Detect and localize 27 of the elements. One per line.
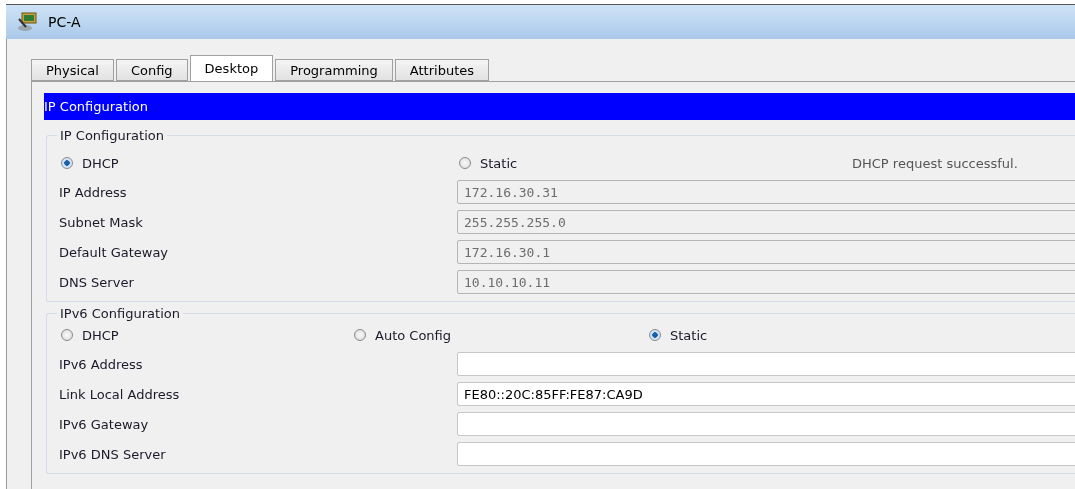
field-label: IP Address xyxy=(59,184,128,200)
field-label: IPv6 Address xyxy=(59,356,144,372)
tab[interactable]: Programming xyxy=(275,59,393,81)
tab[interactable]: Attributes xyxy=(394,59,490,81)
field-label: DNS Server xyxy=(59,274,135,290)
group-title: IPv6 Configuration xyxy=(59,306,181,321)
tab[interactable]: Desktop xyxy=(189,55,274,81)
text-field[interactable] xyxy=(457,442,1075,466)
field-label: Link Local Address xyxy=(59,386,181,402)
radio-option[interactable]: Static xyxy=(457,155,852,171)
field-label: IPv6 Gateway xyxy=(59,416,150,432)
text-field[interactable] xyxy=(457,412,1075,436)
tab[interactable]: Config xyxy=(115,59,188,81)
panel-title: IP Configuration xyxy=(44,93,1075,120)
field-label: Subnet Mask xyxy=(59,214,144,230)
tab[interactable]: Physical xyxy=(31,59,114,81)
status-text: DHCP request successful. xyxy=(852,155,1019,171)
field-label: IPv6 DNS Server xyxy=(59,446,167,462)
text-field[interactable] xyxy=(457,352,1075,376)
text-field[interactable]: FE80::20C:85FF:FE87:CA9D xyxy=(457,382,1075,406)
radio-option[interactable]: Auto Config xyxy=(352,327,647,343)
field-label: Default Gateway xyxy=(59,244,170,260)
group-title: IP Configuration xyxy=(59,128,165,143)
radio-option[interactable]: DHCP xyxy=(59,155,457,171)
radio-option[interactable]: DHCP xyxy=(59,327,352,343)
radio-option[interactable]: Static xyxy=(647,327,1075,343)
window-title: PC-A xyxy=(48,14,81,30)
